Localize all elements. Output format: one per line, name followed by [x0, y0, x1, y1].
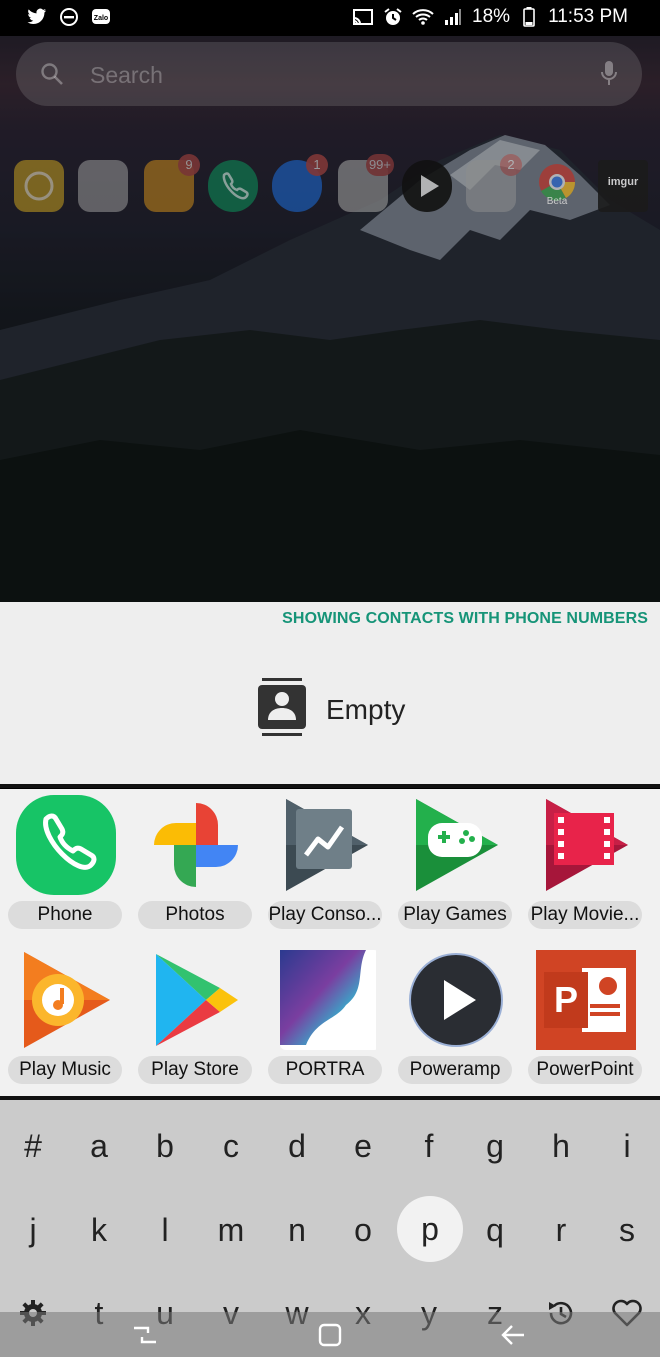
- app-poweramp[interactable]: Poweramp: [390, 944, 520, 1094]
- battery-icon: [518, 6, 540, 28]
- app-phone[interactable]: Phone: [0, 789, 130, 939]
- messenger-app-icon[interactable]: 1: [272, 154, 328, 212]
- messenger-badge: 1: [306, 154, 328, 176]
- folder-app-icon[interactable]: [78, 160, 128, 212]
- app-powerpoint[interactable]: P PowerPoint: [520, 944, 650, 1094]
- bixby-app-icon[interactable]: [14, 160, 64, 212]
- app-play-console[interactable]: Play Conso...: [260, 789, 390, 939]
- clock: 11:53 PM: [548, 6, 628, 27]
- index-key[interactable]: o: [333, 1200, 393, 1260]
- index-key[interactable]: c: [201, 1116, 261, 1176]
- app-label: Photos: [138, 901, 252, 929]
- search-bar[interactable]: Search: [16, 42, 642, 106]
- cast-icon: [352, 6, 374, 28]
- index-key[interactable]: f: [399, 1116, 459, 1176]
- back-icon[interactable]: [500, 1323, 526, 1352]
- index-key[interactable]: j: [3, 1200, 63, 1260]
- app-label: Phone: [8, 901, 122, 929]
- index-key[interactable]: b: [135, 1116, 195, 1176]
- photos-icon: [154, 803, 238, 887]
- recents-icon[interactable]: [132, 1324, 158, 1351]
- chrome-beta-app-icon[interactable]: Beta: [532, 160, 582, 212]
- app-label: Play Movie...: [528, 901, 642, 929]
- index-key[interactable]: n: [267, 1200, 327, 1260]
- do-not-disturb-icon: [58, 6, 80, 28]
- phone-app-icon[interactable]: [208, 160, 258, 212]
- empty-label: Empty: [326, 693, 406, 725]
- social-folder-app-icon[interactable]: 2: [466, 154, 522, 212]
- app-play-store[interactable]: Play Store: [130, 944, 260, 1094]
- index-key[interactable]: m: [201, 1200, 261, 1260]
- app-portra[interactable]: PORTRA: [260, 944, 390, 1094]
- svg-text:Zalo: Zalo: [94, 15, 108, 22]
- google-folder-app-icon[interactable]: 99+: [338, 154, 394, 212]
- battery-percent: 18%: [472, 6, 511, 27]
- signal-icon: [442, 6, 464, 28]
- contacts-icon: [258, 678, 306, 741]
- wifi-icon: [412, 6, 434, 28]
- index-key[interactable]: #: [3, 1116, 63, 1176]
- index-key[interactable]: e: [333, 1116, 393, 1176]
- app-label: Play Games: [398, 901, 512, 929]
- messages-app-icon[interactable]: 9: [144, 154, 200, 212]
- app-label: PowerPoint: [528, 1056, 642, 1084]
- navigation-bar: [0, 1312, 660, 1357]
- poweramp-icon: [409, 953, 503, 1047]
- search-icon: [40, 62, 64, 91]
- social-folder-badge: 2: [500, 154, 522, 176]
- favorite-apps-row: 9 1 99+ 2 Beta imgur: [0, 154, 660, 218]
- app-play-games[interactable]: Play Games: [390, 789, 520, 939]
- imgur-caption: imgur: [607, 176, 639, 188]
- index-key[interactable]: a: [69, 1116, 129, 1176]
- app-label: Poweramp: [398, 1056, 512, 1084]
- index-key[interactable]: g: [465, 1116, 525, 1176]
- app-label: PORTRA: [268, 1056, 382, 1084]
- divider-top: [0, 784, 660, 788]
- index-key[interactable]: d: [267, 1116, 327, 1176]
- status-bar: Zalo 18% 11:53 PM: [0, 0, 660, 36]
- home-icon[interactable]: [318, 1323, 342, 1352]
- poweramp-app-icon[interactable]: [402, 160, 452, 212]
- app-photos[interactable]: Photos: [130, 789, 260, 939]
- contacts-panel: SHOWING CONTACTS WITH PHONE NUMBERS Empt…: [0, 602, 660, 785]
- svg-text:P: P: [554, 979, 578, 1020]
- app-play-music[interactable]: Play Music: [0, 944, 130, 1094]
- play-games-icon: [416, 799, 498, 891]
- phone-icon: [16, 795, 116, 895]
- play-store-icon: [156, 954, 238, 1046]
- messages-badge: 9: [178, 154, 200, 176]
- microphone-icon[interactable]: [600, 60, 618, 93]
- index-key[interactable]: k: [69, 1200, 129, 1260]
- index-key[interactable]: i: [597, 1116, 657, 1176]
- play-music-icon: [24, 952, 110, 1048]
- app-grid: Phone Photos Play Conso... Play Games Pl…: [0, 789, 660, 1096]
- contacts-filter-header[interactable]: SHOWING CONTACTS WITH PHONE NUMBERS: [282, 610, 648, 628]
- twitter-icon: [26, 6, 48, 28]
- google-folder-badge: 99+: [365, 154, 394, 176]
- empty-state: Empty: [258, 678, 405, 741]
- zalo-icon: Zalo: [90, 6, 112, 28]
- imgur-app-icon[interactable]: imgur: [598, 160, 648, 212]
- alarm-icon: [382, 6, 404, 28]
- play-movies-icon: [546, 799, 628, 891]
- index-key[interactable]: h: [531, 1116, 591, 1176]
- index-key-active[interactable]: p: [397, 1196, 463, 1262]
- app-play-movies[interactable]: Play Movie...: [520, 789, 650, 939]
- app-label: Play Store: [138, 1056, 252, 1084]
- portra-icon: [280, 950, 376, 1050]
- app-label: Play Music: [8, 1056, 122, 1084]
- powerpoint-icon: P: [536, 950, 636, 1050]
- search-input[interactable]: Search: [90, 62, 163, 89]
- index-key[interactable]: r: [531, 1200, 591, 1260]
- play-console-icon: [286, 799, 368, 891]
- chrome-beta-caption: Beta: [546, 196, 568, 207]
- index-key[interactable]: l: [135, 1200, 195, 1260]
- index-key[interactable]: q: [465, 1200, 525, 1260]
- app-label: Play Conso...: [268, 901, 382, 929]
- index-key[interactable]: s: [597, 1200, 657, 1260]
